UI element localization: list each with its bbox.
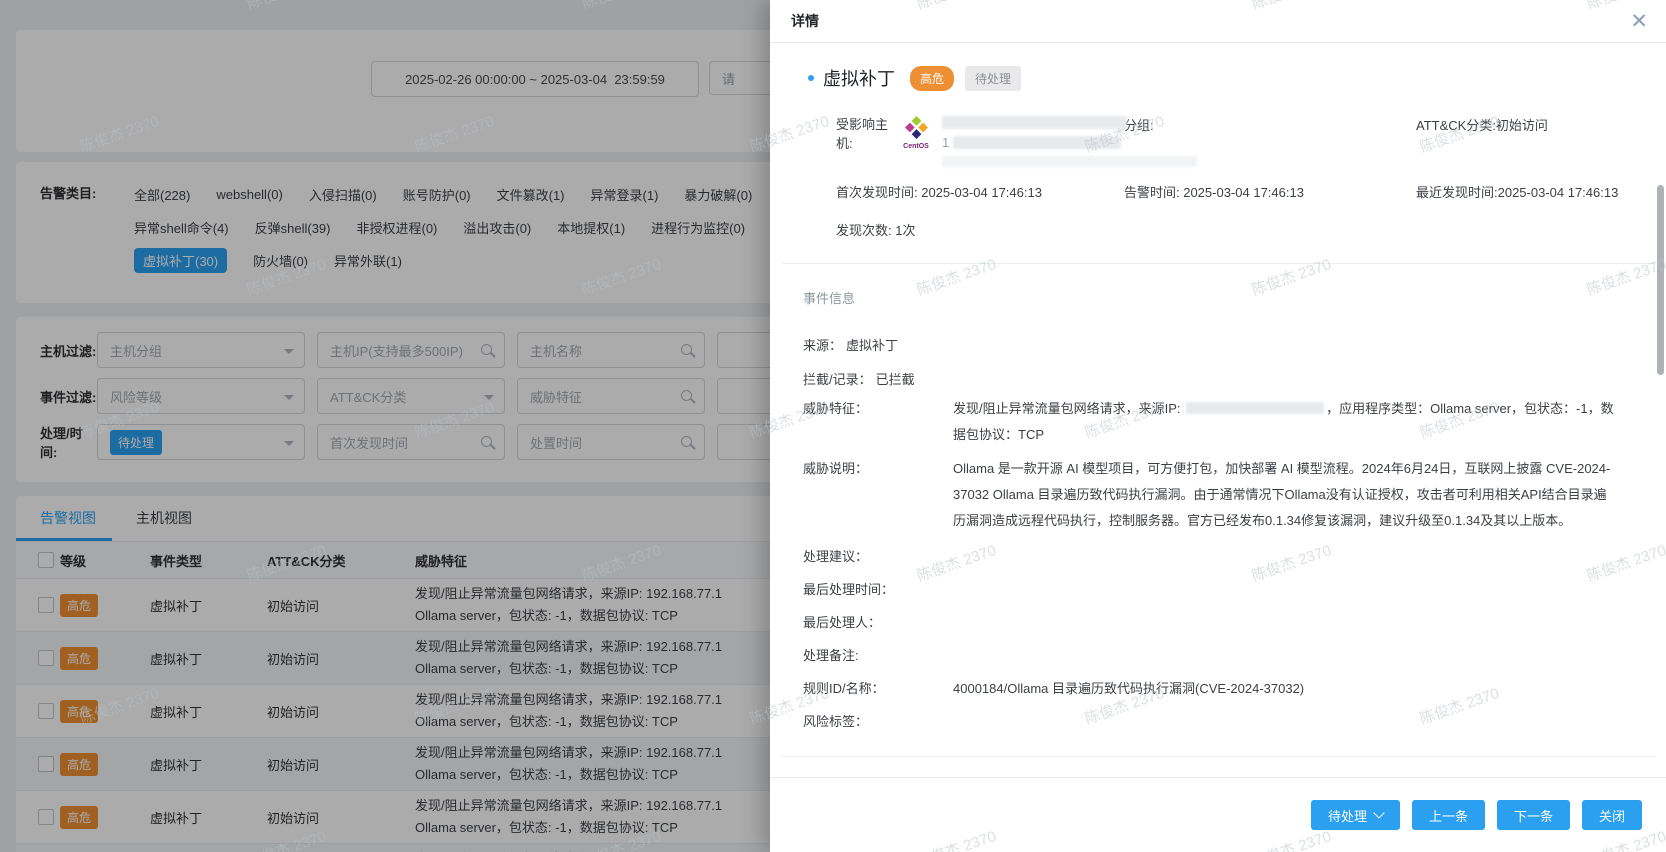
threat-description-field: 威胁说明： Ollama 是一款开源 AI 模型项目，可方便打包，加快部署 AI…	[803, 456, 1666, 534]
panel-footer: 待处理 上一条 下一条 关闭	[770, 777, 1666, 852]
masked-line: 1	[942, 135, 1197, 150]
detail-field-value	[953, 646, 1617, 666]
threat-description-label: 威胁说明：	[803, 456, 953, 534]
intercept-value: 已拦截	[876, 372, 915, 387]
intercept-label: 拦截/记录：	[803, 372, 872, 387]
source-field: 来源： 虚拟补丁	[803, 335, 1666, 354]
severity-badge: 高危	[910, 66, 954, 91]
detail-field-list: 处理建议： 最后处理时间： 最后处理人： 处理备注: 规则ID/名称：4000184/O…	[770, 547, 1666, 732]
chevron-down-icon	[1373, 807, 1384, 818]
masked-line	[942, 156, 1197, 167]
panel-header: 详情 ✕	[770, 0, 1666, 43]
last-seen-field: 最近发现时间:2025-03-04 17:46:13	[1416, 182, 1666, 201]
next-button[interactable]: 下一条	[1497, 800, 1570, 830]
discovery-count-field: 发现次数: 1次	[836, 220, 1666, 239]
detail-field-value	[953, 580, 1617, 600]
detail-field-value	[953, 712, 1617, 732]
masked-line	[942, 116, 1127, 129]
group-field: 分组:	[1124, 115, 1416, 134]
detail-field-row: 最后处理时间：	[803, 580, 1666, 600]
status-badge: 待处理	[965, 66, 1021, 91]
app-screen: 2025-02-26 00:00:00 ~ 2025-03-04 23:59:5…	[0, 0, 1666, 852]
first-seen-field: 首次发现时间: 2025-03-04 17:46:13	[836, 182, 1124, 201]
source-value: 虚拟补丁	[846, 338, 898, 353]
detail-field-label: 风险标签：	[803, 712, 953, 732]
detail-panel: 详情 ✕ 虚拟补丁 高危 待处理 受影响主机:	[770, 0, 1666, 852]
detail-field-label: 处理备注:	[803, 646, 953, 666]
affected-host-label: 受影响主机:	[836, 115, 892, 167]
alert-title-row: 虚拟补丁 高危 待处理	[808, 65, 1666, 91]
panel-body: 虚拟补丁 高危 待处理 受影响主机:	[770, 44, 1666, 777]
detail-field-row: 风险标签：	[803, 712, 1666, 732]
detail-field-label: 规则ID/名称：	[803, 679, 953, 699]
section-divider	[782, 756, 1654, 757]
previous-button[interactable]: 上一条	[1412, 800, 1485, 830]
alert-time-field: 告警时间: 2025-03-04 17:46:13	[1124, 182, 1416, 201]
detail-field-row: 最后处理人：	[803, 613, 1666, 633]
button-label: 待处理	[1328, 806, 1367, 825]
summary-grid-row2: 首次发现时间: 2025-03-04 17:46:13 告警时间: 2025-0…	[836, 182, 1666, 201]
button-label: 关闭	[1599, 806, 1625, 825]
threat-feature-label: 威胁特征：	[803, 396, 953, 448]
detail-field-value: 4000184/Ollama 目录遍历致代码执行漏洞(CVE-2024-3703…	[953, 679, 1617, 699]
button-label: 下一条	[1514, 806, 1553, 825]
event-info-section-title: 事件信息	[803, 288, 1666, 307]
masked-ip	[1186, 402, 1324, 414]
threat-feature-value: 发现/阻止异常流量包网络请求，来源IP: ，应用程序类型：Ollama serv…	[953, 396, 1617, 448]
detail-field-label: 最后处理时间：	[803, 580, 953, 600]
close-button[interactable]: 关闭	[1582, 800, 1642, 830]
intercept-field: 拦截/记录： 已拦截	[803, 369, 1666, 388]
close-icon[interactable]: ✕	[1630, 11, 1648, 32]
detail-field-label: 最后处理人：	[803, 613, 953, 633]
panel-scrollbar[interactable]	[1657, 185, 1664, 375]
status-dropdown-button[interactable]: 待处理	[1311, 800, 1400, 830]
section-divider	[782, 263, 1654, 264]
bullet-dot-icon	[808, 75, 814, 81]
threat-description-value: Ollama 是一款开源 AI 模型项目，可方便打包，加快部署 AI 模型流程。…	[953, 456, 1617, 534]
detail-field-value	[953, 547, 1617, 567]
attck-field: ATT&CK分类:初始访问	[1416, 115, 1666, 134]
source-label: 来源：	[803, 338, 842, 353]
threat-feature-field: 威胁特征： 发现/阻止异常流量包网络请求，来源IP: ，应用程序类型：Ollam…	[803, 396, 1666, 448]
panel-title: 详情	[791, 11, 819, 31]
detail-field-label: 处理建议：	[803, 547, 953, 567]
affected-host-cell: 受影响主机: CentOS	[836, 115, 1124, 167]
centos-icon: CentOS	[898, 115, 934, 167]
detail-field-row: 规则ID/名称：4000184/Ollama 目录遍历致代码执行漏洞(CVE-2…	[803, 679, 1666, 699]
summary-grid-row1: 受影响主机: CentOS	[836, 115, 1666, 167]
detail-field-value	[953, 613, 1617, 633]
detail-field-row: 处理备注:	[803, 646, 1666, 666]
centos-label: CentOS	[898, 143, 934, 151]
detail-field-row: 处理建议：	[803, 547, 1666, 567]
button-label: 上一条	[1429, 806, 1468, 825]
alert-name: 虚拟补丁	[823, 65, 895, 91]
